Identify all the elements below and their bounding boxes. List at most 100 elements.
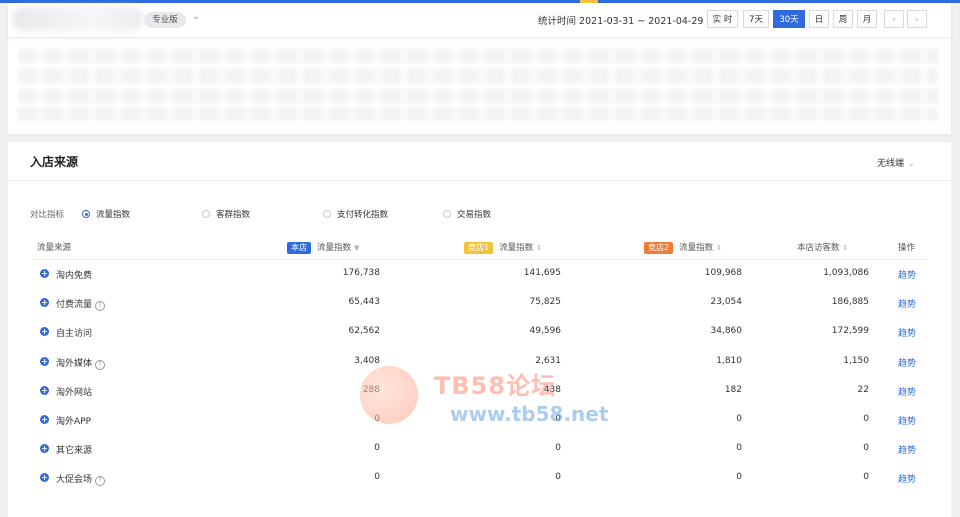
trend-link[interactable]: 趋势	[898, 385, 916, 398]
table-row: + 自主访问 62,562 49,596 34,860 172,599 趋势	[33, 318, 926, 347]
source-name: 其它来源	[56, 443, 92, 456]
cell-c1: 2,631	[535, 355, 561, 366]
trend-link[interactable]: 趋势	[898, 443, 916, 456]
trend-link[interactable]: 趋势	[898, 356, 916, 369]
cell-visitors: 0	[863, 443, 869, 454]
expand-plus-icon[interactable]: +	[40, 298, 49, 308]
shop-badge: 本店	[287, 242, 311, 254]
cell-c1: 0	[555, 472, 561, 483]
sort-icon[interactable]: ⇕	[536, 244, 542, 252]
col-comp1[interactable]: 竞店1 流量指数 ⇕	[464, 241, 542, 254]
source-name: 淘外媒体?	[56, 356, 106, 370]
metric-radio-conversion[interactable]: 支付转化指数	[323, 208, 388, 220]
table-row: + 淘外媒体? 3,408 2,631 1,810 1,150 趋势	[33, 348, 926, 377]
range-30d-button[interactable]: 30天	[773, 10, 805, 28]
edition-badge[interactable]: 专业版	[144, 12, 186, 28]
source-name-text: 大促会场	[56, 475, 93, 486]
trend-link[interactable]: 趋势	[898, 297, 916, 310]
divider	[8, 180, 951, 181]
expand-plus-icon[interactable]: +	[40, 473, 49, 483]
cell-own: 288	[362, 384, 380, 395]
source-name-text: 淘外APP	[56, 417, 92, 427]
col-comp2[interactable]: 竞店2 流量指数 ⇕	[644, 241, 722, 254]
cell-visitors: 0	[863, 414, 869, 424]
chevron-down-icon[interactable]: ⌄	[192, 11, 200, 22]
blurred-shop-name	[12, 7, 144, 31]
device-select[interactable]: 无线端 ⌄	[877, 156, 915, 169]
radio-icon	[323, 210, 331, 218]
next-arrow-icon[interactable]: ›	[907, 10, 927, 28]
cell-own: 3,408	[354, 355, 380, 366]
cell-c1: 438	[543, 384, 561, 395]
cell-visitors: 0	[863, 472, 869, 483]
range-month-button[interactable]: 月	[857, 10, 877, 28]
cell-own: 0	[374, 443, 380, 454]
cell-visitors: 1,093,086	[823, 268, 869, 278]
cell-c2: 34,860	[710, 326, 743, 337]
sort-icon[interactable]: ⇕	[716, 244, 722, 252]
source-name-text: 自主访问	[56, 329, 93, 340]
blurred-overview	[8, 43, 951, 129]
table-row: + 淘外APP 0 0 0 0 趋势	[33, 406, 926, 435]
col-visitors-label: 本店访客数	[797, 243, 840, 253]
cell-visitors: 22	[857, 384, 869, 395]
trend-link[interactable]: 趋势	[898, 268, 916, 281]
expand-plus-icon[interactable]: +	[40, 385, 49, 395]
prev-arrow-icon[interactable]: ‹	[884, 10, 904, 28]
col-shop[interactable]: 本店 流量指数 ▼	[287, 241, 359, 254]
source-name: 淘外APP	[56, 414, 91, 427]
help-icon[interactable]: ?	[95, 476, 106, 487]
sort-icon[interactable]: ▼	[354, 244, 359, 252]
store-source-card: 入店来源 无线端 ⌄ 对比指标 流量指数 客群指数 支付转化指数 交易指数 流量来…	[8, 142, 951, 517]
source-name: 自主访问	[56, 326, 92, 339]
section-title: 入店来源	[30, 155, 79, 169]
range-week-button[interactable]: 周	[833, 10, 853, 28]
radio-icon	[202, 210, 210, 218]
trend-link[interactable]: 趋势	[898, 414, 916, 427]
expand-plus-icon[interactable]: +	[40, 327, 49, 337]
expand-plus-icon[interactable]: +	[40, 356, 49, 366]
expand-plus-icon[interactable]: +	[40, 444, 49, 454]
range-7d-button[interactable]: 7天	[743, 10, 769, 28]
metric-label: 对比指标	[30, 210, 65, 220]
cell-own: 62,562	[348, 326, 381, 337]
comp2-badge: 竞店2	[644, 242, 674, 254]
cell-own: 0	[374, 472, 380, 483]
range-day-button[interactable]: 日	[809, 10, 829, 28]
chevron-down-icon: ⌄	[908, 159, 915, 168]
help-icon[interactable]: ?	[95, 359, 106, 370]
trend-link[interactable]: 趋势	[898, 326, 916, 339]
metric-radio-label: 支付转化指数	[337, 210, 389, 220]
col-visitors[interactable]: 本店访客数 ⇕	[797, 241, 848, 253]
cell-c1: 0	[555, 443, 561, 454]
source-name-text: 淘外网站	[56, 387, 93, 398]
source-name: 大促会场?	[56, 472, 106, 487]
cell-c2: 182	[724, 384, 742, 395]
device-label: 无线端	[877, 159, 905, 169]
sort-icon[interactable]: ⇕	[843, 244, 849, 252]
cell-c2: 109,968	[704, 268, 742, 278]
expand-plus-icon[interactable]: +	[40, 415, 49, 424]
cell-c2: 1,810	[716, 355, 742, 366]
metric-radio-flow[interactable]: 流量指数	[82, 208, 130, 220]
metric-radio-label: 交易指数	[457, 210, 492, 220]
cell-visitors: 172,599	[831, 326, 869, 337]
metric-radio-customer[interactable]: 客群指数	[202, 208, 250, 220]
cell-c1: 0	[555, 414, 561, 424]
table-row: + 大促会场? 0 0 0 0 趋势	[33, 464, 926, 493]
col-source: 流量来源	[37, 243, 72, 253]
stat-time: 统计时间 2021-03-31 ~ 2021-04-29	[538, 16, 704, 27]
col-action: 操作	[898, 243, 916, 253]
comp1-badge: 竞店1	[464, 242, 494, 254]
col-shop-label: 流量指数	[317, 243, 352, 253]
help-icon[interactable]: ?	[95, 301, 106, 312]
trend-link[interactable]: 趋势	[898, 472, 916, 485]
source-name: 付费流量?	[56, 297, 106, 312]
expand-plus-icon[interactable]: +	[40, 269, 49, 278]
cell-c2: 23,054	[710, 297, 743, 308]
metric-radio-trade[interactable]: 交易指数	[443, 208, 491, 220]
cell-c1: 75,825	[529, 297, 562, 308]
overview-card: 专业版 ⌄ 统计时间 2021-03-31 ~ 2021-04-29 实 时 7…	[8, 3, 951, 134]
col-comp1-label: 流量指数	[499, 243, 534, 253]
range-realtime-button[interactable]: 实 时	[707, 10, 738, 28]
